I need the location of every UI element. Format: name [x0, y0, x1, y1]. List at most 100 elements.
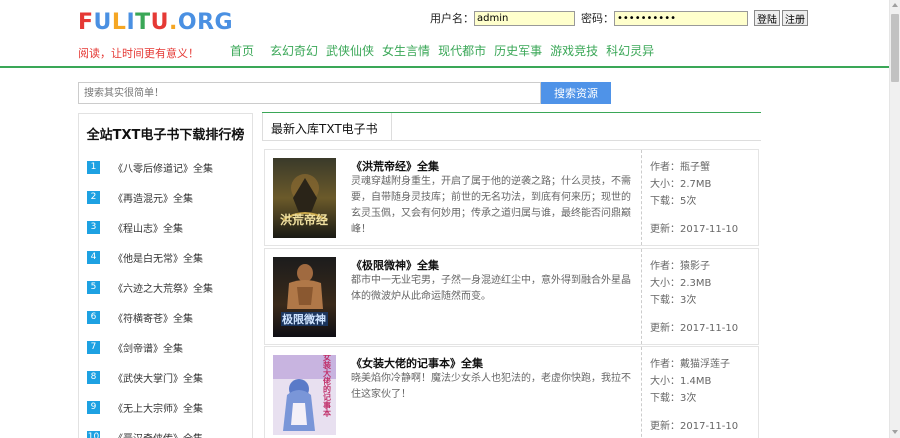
tab-divider: [392, 140, 761, 141]
book-downloads: 下载：3次: [650, 295, 697, 306]
rank-number-badge: 2: [87, 190, 100, 204]
search-button[interactable]: 搜索资源: [541, 82, 611, 104]
search-bar: 搜索资源: [78, 82, 611, 104]
logo-letter: O: [177, 10, 198, 35]
cover-title: 洪荒帝经: [280, 212, 328, 227]
rank-number-badge: 1: [87, 160, 100, 174]
book-title[interactable]: 《极限微神》全集: [351, 257, 439, 273]
ranking-item: 6 《符横寄苍》全集: [79, 302, 252, 332]
rank-number-badge: 5: [87, 280, 100, 294]
rank-number-badge: 10: [87, 430, 100, 438]
nav-urban[interactable]: 现代都市: [438, 42, 486, 59]
ranking-item: 8 《武侠大掌门》全集: [79, 362, 252, 392]
cover-title: 女装大佬的记事本: [323, 355, 332, 418]
book-cover-image[interactable]: 女装大佬的记事本: [273, 355, 336, 435]
book-description: 都市中一无业宅男，子然一身混迹红尘中，意外得到融合外星晶体的微波炉从此命运随然而…: [351, 275, 631, 302]
nav-wuxia[interactable]: 武侠仙侠: [326, 42, 374, 59]
book-item: 极限微神 《极限微神》全集 都市中一无业宅男，子然一身混迹红尘中，意外得到融合外…: [264, 248, 759, 345]
login-form: 用户名： 密码： 登陆 注册: [430, 10, 808, 26]
logo-letter: F: [78, 10, 94, 35]
site-slogan: 阅读，让时间更有意义！: [78, 47, 199, 60]
book-meta: 作者：瓶子蟹 大小：2.7MB 下载：5次 更新：2017-11-10: [641, 150, 759, 245]
book-updated: 更新：2017-11-10: [650, 224, 739, 235]
book-author: 作者：戴猫浮莲子: [650, 359, 730, 370]
nav-gaming[interactable]: 游戏竞技: [550, 42, 598, 59]
nav-romance[interactable]: 女生言情: [382, 42, 430, 59]
login-button[interactable]: 登陆: [754, 10, 780, 26]
book-size: 大小：2.3MB: [650, 278, 712, 289]
nav-scifi[interactable]: 科幻灵异: [606, 42, 654, 59]
ranking-item: 7 《剑帝谱》全集: [79, 332, 252, 362]
rank-number-badge: 3: [87, 220, 100, 234]
rank-book-title[interactable]: 《再造混元》全集: [113, 190, 193, 205]
site-logo[interactable]: FULITU.ORG: [78, 10, 233, 35]
password-label: 密码：: [581, 12, 614, 25]
register-button[interactable]: 注册: [782, 10, 808, 26]
scroll-up-icon[interactable]: [892, 3, 898, 7]
book-author: 作者：猿影子: [650, 261, 710, 272]
nav-fantasy[interactable]: 玄幻奇幻: [270, 42, 318, 59]
rank-book-title[interactable]: 《符横寄苍》全集: [113, 310, 193, 325]
main-nav: 首页 玄幻奇幻 武侠仙侠 女生言情 现代都市 历史军事 游戏竞技 科幻灵异: [230, 42, 662, 59]
ranking-item: 4 《他是白无常》全集: [79, 242, 252, 272]
rank-number-badge: 6: [87, 310, 100, 324]
logo-letter: R: [197, 10, 215, 35]
logo-letter: T: [135, 10, 151, 35]
ranking-item: 9 《无上大宗师》全集: [79, 392, 252, 422]
rank-book-title[interactable]: 《八零后修道记》全集: [113, 160, 213, 175]
username-label: 用户名：: [430, 12, 474, 25]
book-downloads: 下载：5次: [650, 196, 697, 207]
book-meta: 作者：戴猫浮莲子 大小：1.4MB 下载：3次 更新：2017-11-10: [641, 347, 759, 438]
book-title[interactable]: 《女装大佬的记事本》全集: [351, 355, 483, 371]
new-books-panel: 最新入库TXT电子书 洪荒帝经 《洪荒帝经》全集 灵魂穿越附身重生，开启了属于他…: [262, 112, 761, 438]
rank-book-title[interactable]: 《他是白无常》全集: [113, 250, 203, 265]
download-ranking: 全站TXT电子书下载排行榜 1 《八零后修道记》全集 2 《再造混元》全集 3 《程山志》…: [78, 113, 253, 438]
scroll-down-icon[interactable]: [892, 430, 898, 434]
ranking-list: 1 《八零后修道记》全集 2 《再造混元》全集 3 《程山志》全集 4 《他是白无常》全集 5 《…: [79, 152, 252, 438]
vertical-scrollbar[interactable]: [889, 0, 900, 438]
rank-number-badge: 9: [87, 400, 100, 414]
site-header: FULITU.ORG 阅读，让时间更有意义！ 用户名： 密码： 登陆 注册 首页…: [0, 0, 890, 68]
logo-letter: .: [169, 10, 178, 35]
rank-book-title[interactable]: 《六迹之大荒祭》全集: [113, 280, 213, 295]
book-description: 晓美焰你冷静啊！魔法少女杀人也犯法的，老虚你快跑，我拉不住这家伙了！: [351, 373, 631, 400]
rank-book-title[interactable]: 《剑帝谱》全集: [113, 340, 183, 355]
cover-title: 极限微神: [282, 312, 326, 326]
book-size: 大小：2.7MB: [650, 179, 712, 190]
book-item: 洪荒帝经 《洪荒帝经》全集 灵魂穿越附身重生，开启了属于他的逆袭之路；什么灵技，…: [264, 149, 759, 246]
ranking-item: 1 《八零后修道记》全集: [79, 152, 252, 182]
book-downloads: 下载：3次: [650, 393, 697, 404]
book-description: 灵魂穿越附身重生，开启了属于他的逆袭之路；什么灵技，不需要，自带随身灵技库；前世…: [351, 176, 631, 235]
book-meta: 作者：猿影子 大小：2.3MB 下载：3次 更新：2017-11-10: [641, 249, 759, 344]
ranking-item: 5 《六迹之大荒祭》全集: [79, 272, 252, 302]
ranking-heading: 全站TXT电子书下载排行榜: [86, 128, 245, 143]
username-input[interactable]: [474, 10, 575, 26]
scroll-thumb[interactable]: [891, 14, 899, 82]
logo-letter: G: [214, 10, 234, 35]
rank-book-title[interactable]: 《武侠大掌门》全集: [113, 370, 203, 385]
book-updated: 更新：2017-11-10: [650, 323, 739, 334]
rank-book-title[interactable]: 《晋汉奇侠传》全集: [113, 430, 203, 438]
rank-number-badge: 7: [87, 340, 100, 354]
ranking-item: 10 《晋汉奇侠传》全集: [79, 422, 252, 438]
book-cover-image[interactable]: 极限微神: [273, 257, 336, 337]
logo-letter: L: [111, 10, 127, 35]
tab-new-books[interactable]: 最新入库TXT电子书: [262, 113, 392, 141]
logo-letter: I: [126, 10, 136, 35]
search-input[interactable]: [78, 82, 541, 104]
logo-letter: U: [93, 10, 112, 35]
book-updated: 更新：2017-11-10: [650, 421, 739, 432]
logo-letter: U: [150, 10, 170, 35]
book-cover-image[interactable]: 洪荒帝经: [273, 158, 336, 238]
rank-number-badge: 8: [87, 370, 100, 384]
rank-book-title[interactable]: 《程山志》全集: [113, 220, 183, 235]
rank-book-title[interactable]: 《无上大宗师》全集: [113, 400, 203, 415]
nav-history[interactable]: 历史军事: [494, 42, 542, 59]
password-input[interactable]: [614, 10, 748, 26]
book-size: 大小：1.4MB: [650, 376, 712, 387]
book-item: 女装大佬的记事本 《女装大佬的记事本》全集 晓美焰你冷静啊！魔法少女杀人也犯法的…: [264, 346, 759, 438]
nav-home[interactable]: 首页: [230, 42, 254, 59]
book-title[interactable]: 《洪荒帝经》全集: [351, 158, 439, 174]
rank-number-badge: 4: [87, 250, 100, 264]
book-author: 作者：瓶子蟹: [650, 162, 710, 173]
